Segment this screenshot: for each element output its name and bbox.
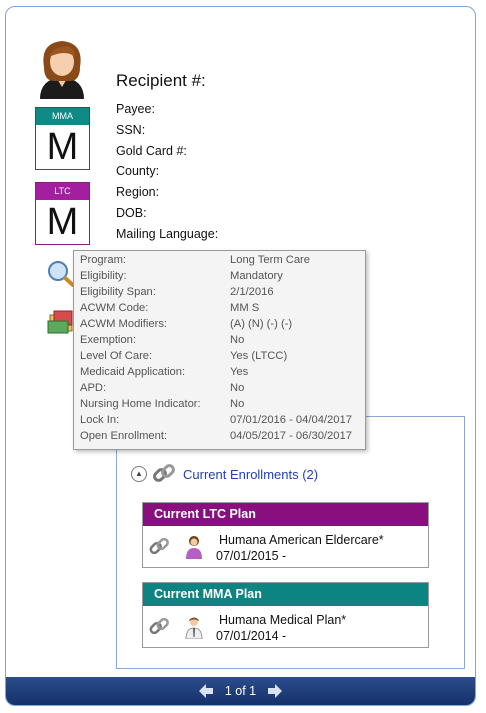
tooltip-row: ACWM Code: MM S: [80, 302, 259, 318]
tooltip-value: 07/01/2016 - 04/04/2017: [230, 414, 352, 426]
tooltip-value: Long Term Care: [230, 254, 311, 266]
tooltip-row: Open Enrollment: 04/05/2017 - 06/30/2017: [80, 430, 352, 446]
ltc-plan-date: 07/01/2015 -: [216, 549, 287, 563]
male-person-icon: [185, 617, 203, 639]
tooltip-label: Eligibility Span:: [80, 286, 156, 298]
tooltip-value: 04/05/2017 - 06/30/2017: [230, 430, 352, 442]
enrollments-panel: ▲ Current Enrollments (2) Current LTC Pl…: [116, 416, 465, 669]
tooltip-value: No: [230, 398, 245, 410]
tooltip-value: No: [230, 382, 245, 394]
field-gold-card: Gold Card #:: [116, 143, 187, 158]
recipient-card: MMA M LTC M Recipient #: Payee: SSN: Gol…: [5, 6, 476, 706]
tooltip-label: Nursing Home Indicator:: [80, 398, 201, 410]
mma-badge: MMA M: [35, 107, 90, 170]
tooltip-row: Lock In: 07/01/2016 - 04/04/2017: [80, 414, 352, 430]
mma-plan-name: Humana Medical Plan*: [219, 613, 347, 627]
tooltip-label: Program:: [80, 254, 127, 266]
ltc-plan-header: Current LTC Plan: [143, 503, 428, 526]
ltc-plan-card[interactable]: Current LTC Plan Humana American Elderca…: [142, 502, 429, 568]
tooltip-row: Exemption: No: [80, 334, 244, 350]
female-user-icon: [40, 41, 84, 99]
mma-plan-card[interactable]: Current MMA Plan Humana Medical Plan* 07…: [142, 582, 429, 648]
ltc-badge-letter: M: [46, 201, 79, 243]
tooltip-label: Exemption:: [80, 334, 136, 346]
arrow-right-icon[interactable]: [266, 682, 284, 700]
page-indicator: 1 of 1: [224, 684, 257, 698]
field-region: Region:: [116, 185, 160, 200]
field-mailing-language: Mailing Language:: [116, 226, 219, 241]
tooltip-row: Nursing Home Indicator: No: [80, 398, 244, 414]
tooltip-value: No: [230, 334, 245, 346]
chain-link-icon: [149, 537, 169, 555]
documents-icon[interactable]: [46, 307, 76, 335]
tooltip-value: (A) (N) (-) (-): [230, 318, 293, 330]
tooltip-value: 2/1/2016: [230, 286, 274, 298]
tooltip-row: Eligibility Span: 2/1/2016: [80, 286, 274, 302]
field-payee: Payee:: [116, 102, 155, 116]
eligibility-tooltip: Program: Long Term Care Eligibility: Manda…: [73, 250, 366, 450]
ltc-plan-name: Humana American Eldercare*: [219, 533, 384, 547]
tooltip-label: ACWM Code:: [80, 302, 149, 314]
tooltip-row: Medicaid Application: Yes: [80, 366, 248, 382]
chain-link-icon: [149, 617, 169, 635]
tooltip-row: Eligibility: Mandatory: [80, 270, 283, 286]
tooltip-row: Program: Long Term Care: [80, 254, 310, 270]
tooltip-row: ACWM Modifiers: (A) (N) (-) (-): [80, 318, 292, 334]
mma-badge-label: MMA: [36, 108, 89, 125]
tooltip-value: Yes: [230, 366, 249, 378]
current-enrollments-link[interactable]: Current Enrollments (2): [183, 467, 318, 482]
tooltip-label: ACWM Modifiers:: [80, 318, 168, 330]
field-ssn: SSN:: [116, 122, 146, 137]
enrollments-header: ▲ Current Enrollments (2): [131, 462, 318, 486]
tooltip-row: Level Of Care: Yes (LTCC): [80, 350, 287, 366]
chain-link-icon: [153, 464, 175, 482]
magnifier-icon[interactable]: [46, 259, 76, 287]
field-county: County:: [116, 164, 160, 179]
mma-plan-date: 07/01/2014 -: [216, 629, 287, 643]
pagination-bar: 1 of 1: [6, 677, 475, 705]
ltc-badge: LTC M: [35, 182, 90, 245]
tooltip-value: MM S: [230, 302, 260, 314]
tooltip-label: Medicaid Application:: [80, 366, 186, 378]
tooltip-value: Mandatory: [230, 270, 283, 282]
collapse-button[interactable]: ▲: [131, 466, 147, 482]
female-person-icon: [186, 536, 202, 559]
mma-plan-header: Current MMA Plan: [143, 583, 428, 606]
tooltip-label: APD:: [80, 382, 107, 394]
tooltip-row: APD: No: [80, 382, 244, 398]
tooltip-label: Open Enrollment:: [80, 430, 168, 442]
ltc-badge-label: LTC: [36, 183, 89, 200]
tooltip-label: Lock In:: [80, 414, 120, 426]
recipient-fields: Payee: SSN: Gold Card #: County: Region:…: [116, 102, 218, 248]
mma-badge-letter: M: [46, 126, 79, 168]
recipient-title: Recipient #:: [116, 71, 206, 90]
tooltip-label: Eligibility:: [80, 270, 127, 282]
arrow-left-icon[interactable]: [197, 682, 215, 700]
field-dob: DOB:: [116, 205, 147, 220]
tooltip-label: Level Of Care:: [80, 350, 153, 362]
tooltip-value: Yes (LTCC): [230, 350, 288, 362]
